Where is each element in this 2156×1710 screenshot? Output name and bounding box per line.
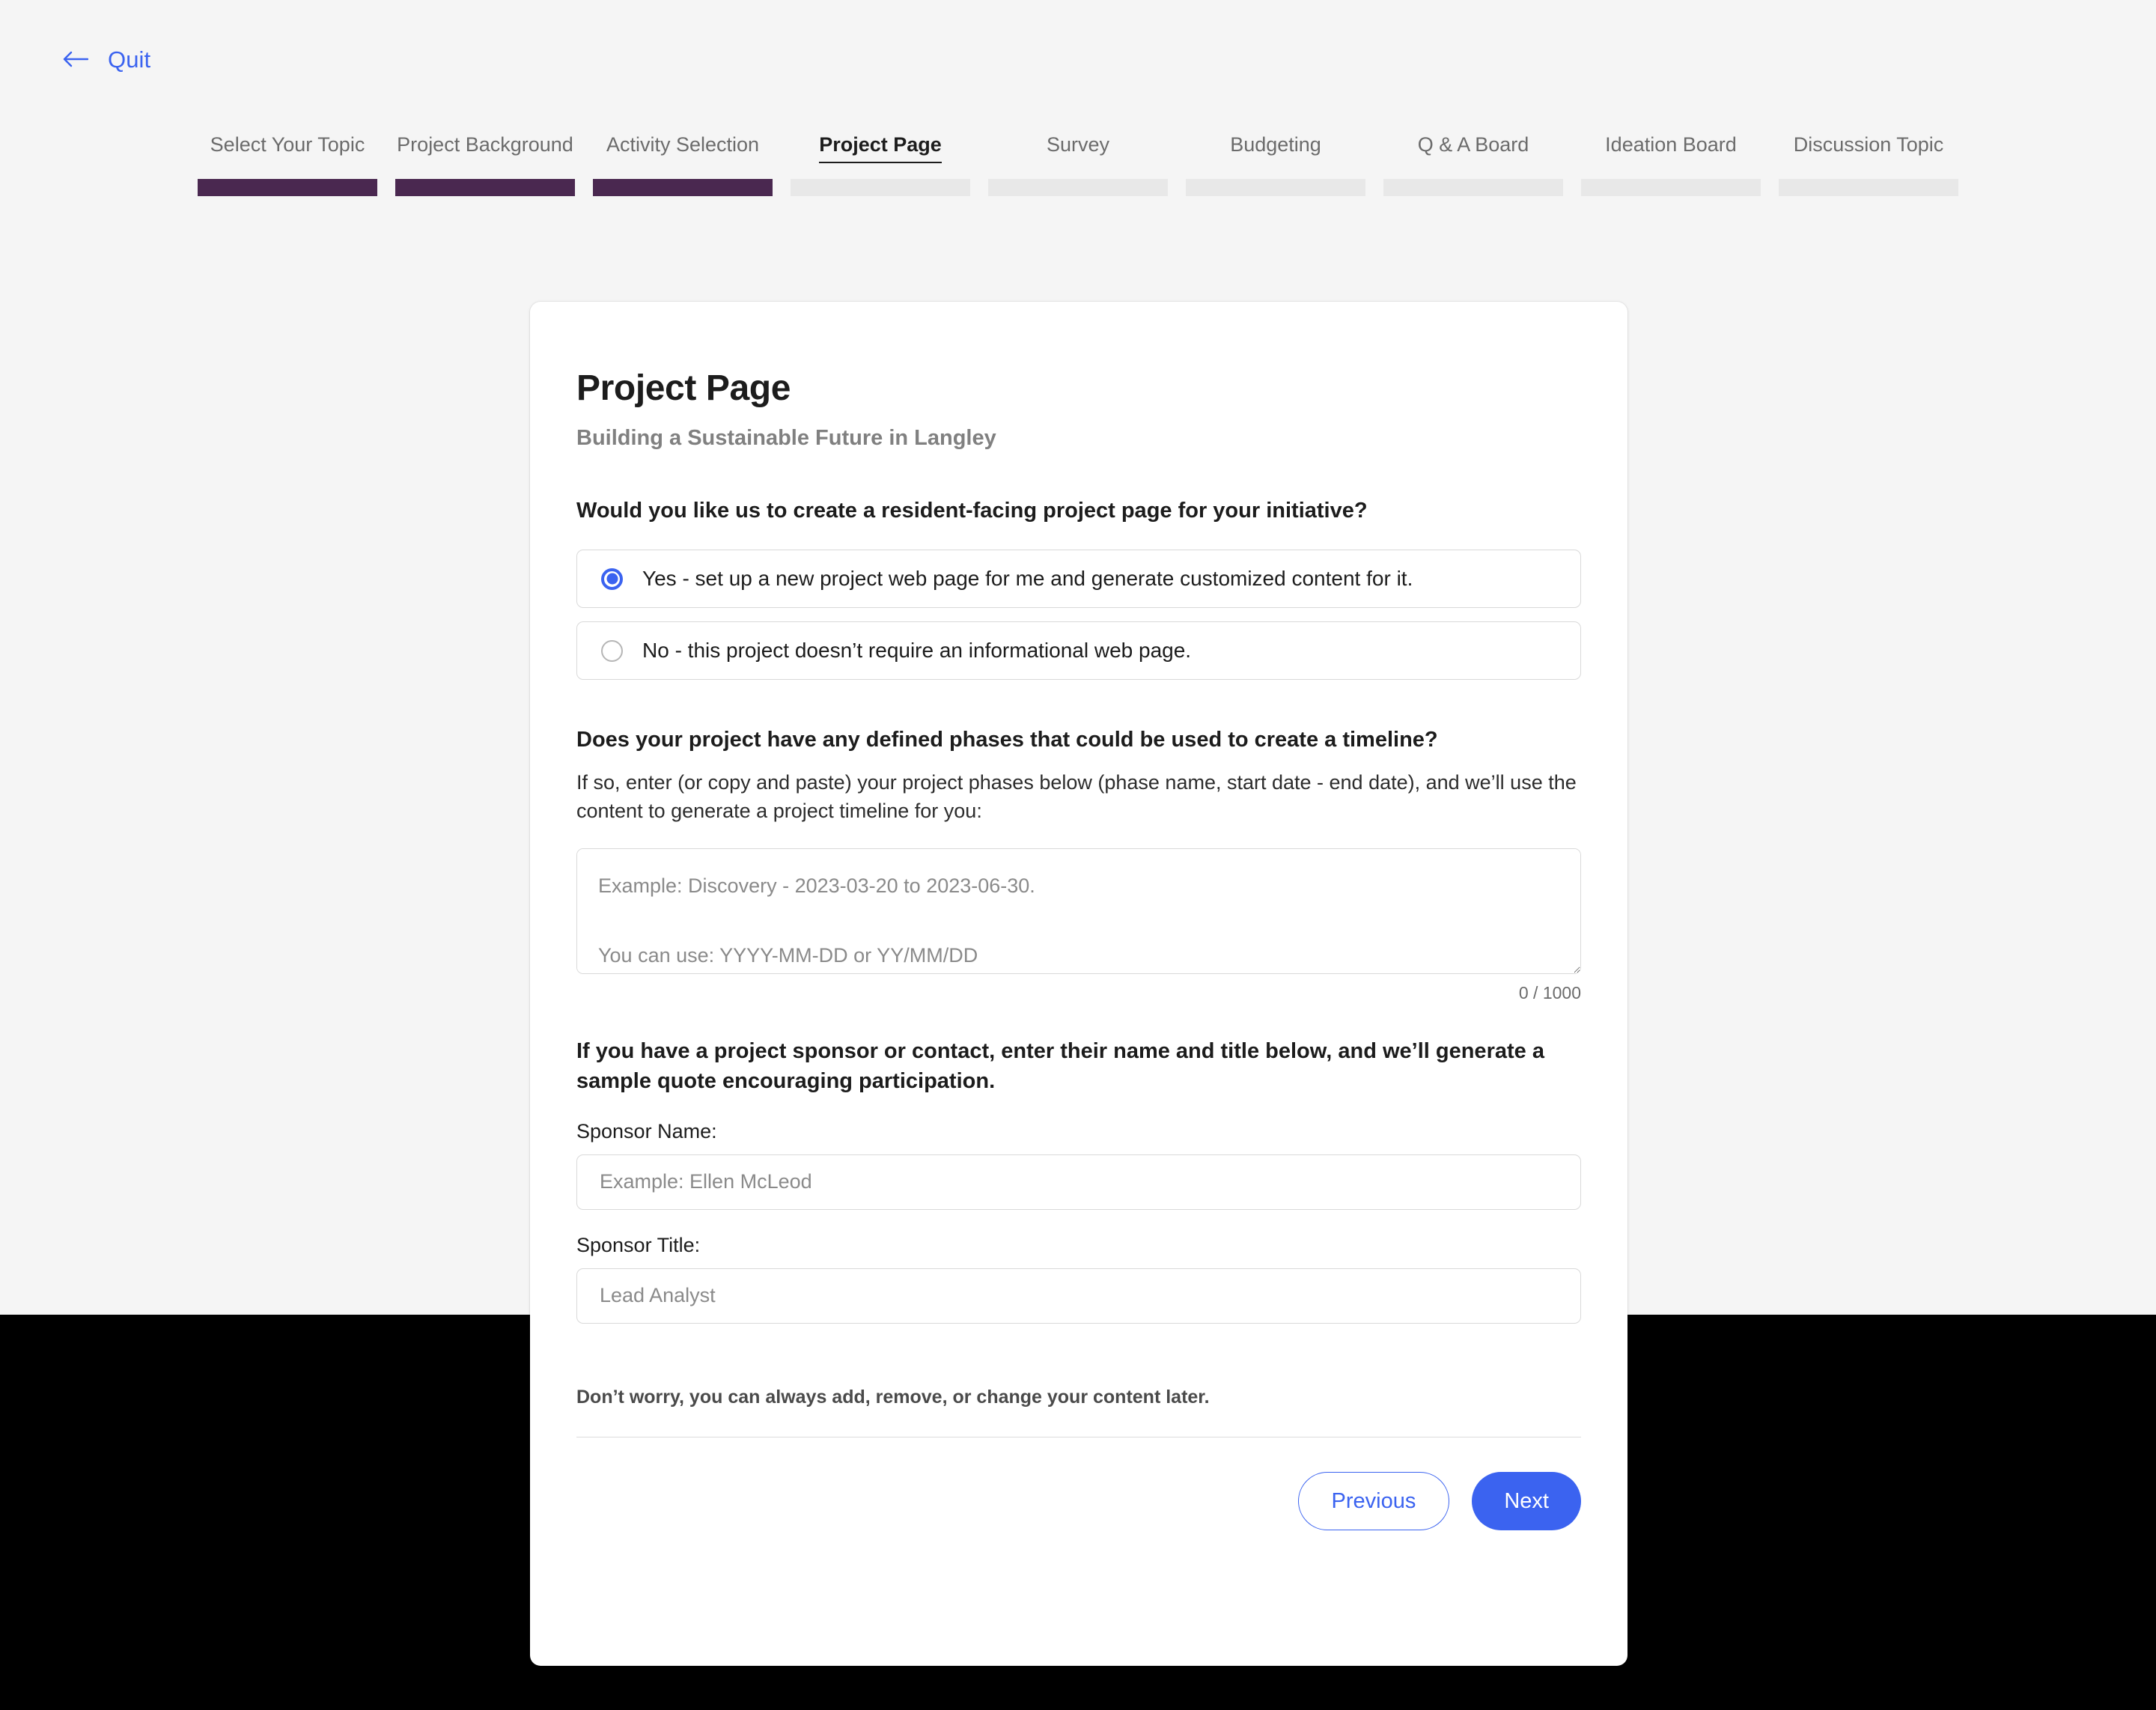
question-project-sponsor: If you have a project sponsor or contact…	[576, 1036, 1581, 1324]
stepper-step-label: Budgeting	[1230, 133, 1321, 156]
question-project-phases: Does your project have any defined phase…	[576, 725, 1581, 1003]
stepper-step-q-a-board[interactable]: Q & A Board	[1383, 133, 1563, 196]
stepper-step-bar	[791, 179, 970, 196]
sponsor-title-input[interactable]	[576, 1268, 1581, 1324]
question-one-heading: Would you like us to create a resident-f…	[576, 499, 1368, 523]
stepper-step-label: Project Page	[819, 133, 942, 163]
stepper-step-discussion-topic[interactable]: Discussion Topic	[1779, 133, 1958, 196]
sponsor-name-input[interactable]	[576, 1154, 1581, 1210]
arrow-left-icon	[63, 46, 89, 73]
quit-label: Quit	[108, 46, 151, 73]
radio-option-label: Yes - set up a new project web page for …	[642, 567, 1413, 591]
stepper-step-label: Select Your Topic	[210, 133, 365, 156]
question-two-description: If so, enter (or copy and paste) your pr…	[576, 771, 1577, 823]
stepper-step-activity-selection[interactable]: Activity Selection	[593, 133, 773, 196]
stepper-step-select-your-topic[interactable]: Select Your Topic	[198, 133, 377, 196]
stepper-step-label: Survey	[1046, 133, 1110, 156]
radio-option-yes[interactable]: Yes - set up a new project web page for …	[576, 550, 1581, 609]
wizard-nav-buttons: Previous Next	[576, 1472, 1581, 1531]
stepper-step-survey[interactable]: Survey	[988, 133, 1168, 196]
wizard-card: Project Page Building a Sustainable Futu…	[530, 302, 1627, 1666]
radio-option-label: No - this project doesn’t require an inf…	[642, 639, 1192, 663]
question-project-page: Would you like us to create a resident-f…	[576, 496, 1581, 681]
stepper-step-label: Ideation Board	[1605, 133, 1737, 156]
page-title: Project Page	[576, 368, 791, 408]
radio-option-no[interactable]: No - this project doesn’t require an inf…	[576, 621, 1581, 681]
stepper-step-bar	[1383, 179, 1563, 196]
question-two-heading: Does your project have any defined phase…	[576, 728, 1438, 752]
stepper-step-budgeting[interactable]: Budgeting	[1186, 133, 1365, 196]
character-counter: 0 / 1000	[1518, 982, 1581, 1002]
sponsor-title-label: Sponsor Title:	[576, 1233, 701, 1256]
stepper-step-bar	[198, 179, 377, 196]
footer-note: Don’t worry, you can always add, remove,…	[576, 1386, 1210, 1408]
radio-unselected-icon[interactable]	[601, 639, 623, 662]
wizard-stepper: Select Your Topic Project Background Activ…	[198, 133, 1958, 196]
next-button[interactable]: Next	[1472, 1472, 1581, 1531]
stepper-step-project-background[interactable]: Project Background	[395, 133, 575, 196]
question-three-heading: If you have a project sponsor or contact…	[576, 1038, 1544, 1093]
page-subtitle: Building a Sustainable Future in Langley	[576, 426, 996, 450]
footer-divider	[576, 1436, 1581, 1438]
sponsor-name-label: Sponsor Name:	[576, 1119, 717, 1142]
radio-selected-icon[interactable]	[601, 568, 623, 590]
stepper-step-label: Project Background	[397, 133, 573, 156]
stepper-step-bar	[395, 179, 575, 196]
top-bar: Quit	[0, 0, 2156, 135]
quit-button[interactable]: Quit	[63, 46, 150, 73]
stepper-step-label: Activity Selection	[606, 133, 760, 156]
stepper-step-bar	[988, 179, 1168, 196]
stepper-step-label: Discussion Topic	[1793, 133, 1944, 156]
stepper-step-bar	[1779, 179, 1958, 196]
stepper-step-label: Q & A Board	[1417, 133, 1529, 156]
stepper-step-ideation-board[interactable]: Ideation Board	[1581, 133, 1761, 196]
stepper-step-bar	[1581, 179, 1761, 196]
project-phases-textarea[interactable]	[576, 848, 1581, 974]
stepper-step-project-page[interactable]: Project Page	[791, 133, 970, 196]
stepper-step-bar	[593, 179, 773, 196]
previous-button[interactable]: Previous	[1297, 1472, 1450, 1531]
stepper-step-bar	[1186, 179, 1365, 196]
project-page-radio-group: Yes - set up a new project web page for …	[576, 550, 1581, 681]
